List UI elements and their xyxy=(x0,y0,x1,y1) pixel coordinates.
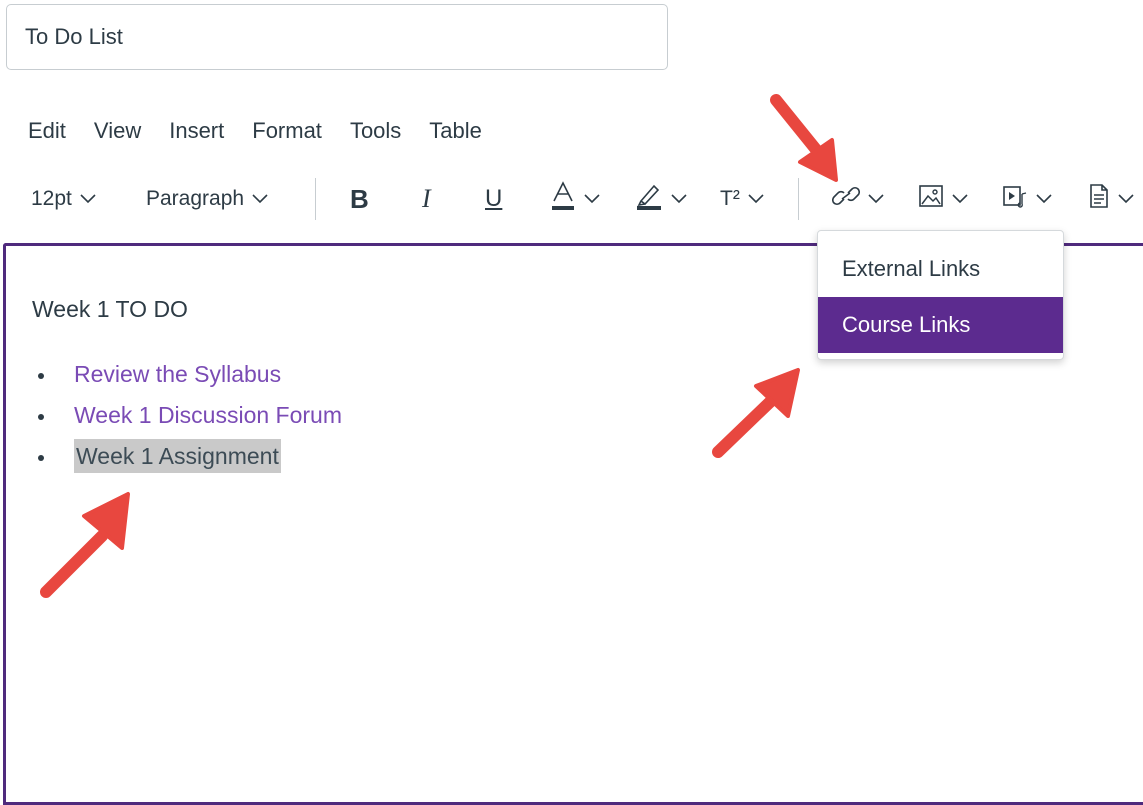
media-button[interactable] xyxy=(1002,172,1052,226)
chevron-down-icon xyxy=(671,194,687,204)
selected-text[interactable]: Week 1 Assignment xyxy=(74,439,281,473)
italic-button[interactable]: I xyxy=(422,172,431,226)
chevron-down-icon xyxy=(1118,194,1134,204)
list-item: Review the Syllabus xyxy=(32,354,342,395)
toolbar-divider xyxy=(315,178,316,220)
chevron-down-icon xyxy=(1036,194,1052,204)
menu-format[interactable]: Format xyxy=(252,116,322,146)
underline-button[interactable]: U xyxy=(485,172,502,226)
page-title-input[interactable] xyxy=(6,4,668,70)
menu-insert[interactable]: Insert xyxy=(169,116,224,146)
chevron-down-icon xyxy=(584,194,600,204)
menu-edit[interactable]: Edit xyxy=(28,116,66,146)
chevron-down-icon xyxy=(80,194,96,204)
menu-view[interactable]: View xyxy=(94,116,141,146)
toolbar-divider xyxy=(798,178,799,220)
superscript-icon: T² xyxy=(720,187,740,210)
list-item: Week 1 Assignment xyxy=(32,436,342,477)
block-format-select[interactable]: Paragraph xyxy=(146,172,268,226)
bold-button[interactable]: B xyxy=(350,172,369,226)
chevron-down-icon xyxy=(748,194,764,204)
course-links-option[interactable]: Course Links xyxy=(818,297,1063,353)
underline-icon: U xyxy=(485,185,503,212)
syllabus-link[interactable]: Review the Syllabus xyxy=(74,361,281,387)
editor-menubar: Edit View Insert Format Tools Table xyxy=(28,116,510,146)
link-icon xyxy=(831,183,861,215)
document-icon xyxy=(1088,183,1110,215)
italic-icon: I xyxy=(422,184,431,213)
media-icon xyxy=(1002,184,1028,214)
highlight-icon xyxy=(635,181,663,217)
document-button[interactable] xyxy=(1088,172,1134,226)
chevron-down-icon xyxy=(252,194,268,204)
block-format-value: Paragraph xyxy=(146,187,245,210)
superscript-button[interactable]: T² xyxy=(720,172,764,226)
chevron-down-icon xyxy=(868,194,884,204)
chevron-down-icon xyxy=(952,194,968,204)
content-heading: Week 1 TO DO xyxy=(32,296,188,322)
text-color-icon xyxy=(550,181,576,217)
menu-tools[interactable]: Tools xyxy=(350,116,401,146)
image-button[interactable] xyxy=(918,172,968,226)
external-links-option[interactable]: External Links xyxy=(818,241,1063,297)
text-color-button[interactable] xyxy=(550,172,600,226)
rich-content-editor-page: Edit View Insert Format Tools Table 12pt… xyxy=(0,0,1143,805)
editor-toolbar: 12pt Paragraph B I U T² xyxy=(0,172,1143,226)
link-button[interactable] xyxy=(831,172,884,226)
link-dropdown-menu: External Links Course Links xyxy=(817,230,1064,360)
image-icon xyxy=(918,184,944,214)
discussion-forum-link[interactable]: Week 1 Discussion Forum xyxy=(74,402,342,428)
todo-bullet-list: Review the Syllabus Week 1 Discussion Fo… xyxy=(32,354,342,477)
menu-table[interactable]: Table xyxy=(429,116,482,146)
list-item: Week 1 Discussion Forum xyxy=(32,395,342,436)
highlight-button[interactable] xyxy=(635,172,687,226)
bold-icon: B xyxy=(350,183,369,214)
font-size-select[interactable]: 12pt xyxy=(31,172,96,226)
font-size-value: 12pt xyxy=(31,187,72,210)
